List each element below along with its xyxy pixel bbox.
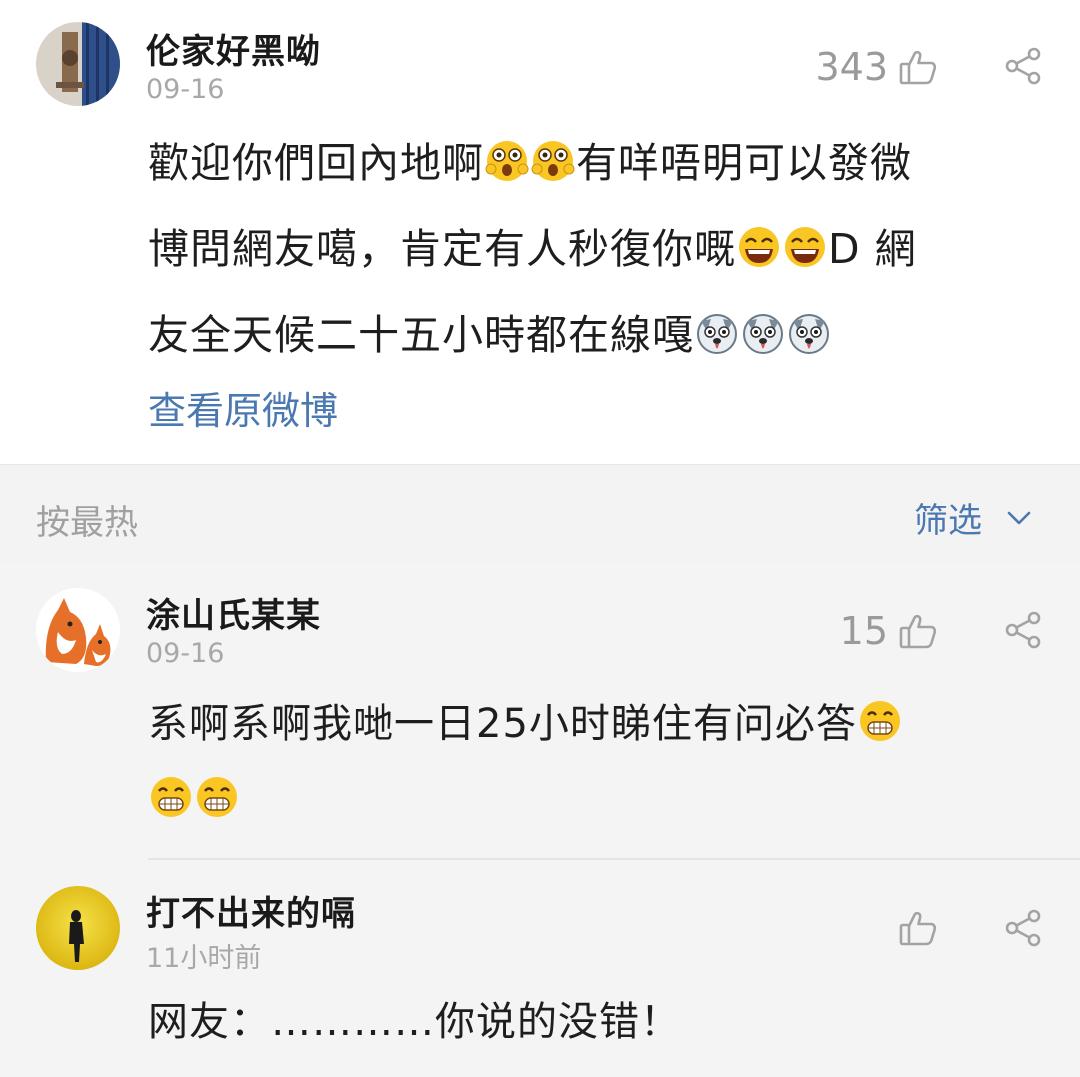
share-icon[interactable] — [1004, 46, 1044, 86]
original-post: 伦家好黑呦 09-16 343 歡迎你們回內地啊 有咩唔明可以發微 博問網友噶，肯… — [0, 0, 1080, 464]
laughing-face-icon — [739, 227, 779, 267]
grinning-face-icon — [151, 777, 191, 817]
fox-avatar-image — [36, 588, 120, 672]
thumbs-up-icon — [899, 614, 937, 649]
post-username[interactable]: 伦家好黑呦 — [146, 24, 321, 73]
avatar[interactable] — [36, 22, 120, 106]
shocked-face-icon — [485, 141, 529, 181]
comment-list: 涂山氏某某 09-16 15 系啊系啊我哋一日25小时睇住有问必答 打不出来的嗝… — [0, 564, 1080, 1077]
post-text-2a: 博問網友噶，肯定有人秒復你嘅 — [148, 225, 736, 273]
like-count: 15 — [839, 609, 888, 653]
avatar-image — [36, 886, 120, 970]
comment-date: 11小时前 — [146, 943, 262, 974]
comment-divider — [148, 858, 1080, 860]
post-text-1b: 有咩唔明可以發微 — [576, 139, 912, 187]
thumbs-up-icon — [899, 911, 937, 946]
post-text-2b: D 網 — [828, 225, 917, 273]
shocked-face-icon — [531, 141, 575, 181]
avatar[interactable] — [36, 886, 120, 970]
thumbs-up-icon — [899, 50, 937, 85]
comment-username[interactable]: 涂山氏某某 — [146, 588, 321, 637]
comment-like-button[interactable] — [888, 908, 938, 948]
share-icon[interactable] — [1004, 908, 1044, 948]
chevron-down-icon — [1007, 511, 1031, 524]
share-icon[interactable] — [1004, 610, 1044, 650]
laughing-face-icon — [785, 227, 825, 267]
post-text-1a: 歡迎你們回內地啊 — [148, 139, 484, 187]
filter-button[interactable]: 筛选 — [914, 493, 1034, 542]
sort-by-hot-label[interactable]: 按最热 — [36, 495, 138, 544]
post-date: 09-16 — [146, 74, 225, 105]
comment-text-content: 网友：…………你说的没错！ — [148, 999, 681, 1045]
view-original-link[interactable]: 查看原微博 — [148, 380, 338, 435]
husky-face-icon — [743, 314, 783, 354]
grinning-face-icon — [197, 777, 237, 817]
post-line-3: 友全天候二十五小時都在線嘎 — [148, 292, 1048, 378]
comment-username[interactable]: 打不出来的嗝 — [146, 886, 356, 935]
comment-date: 09-16 — [146, 638, 225, 669]
like-count: 343 — [815, 45, 888, 89]
post-line-1: 歡迎你們回內地啊 有咩唔明可以發微 — [148, 120, 1048, 206]
comment-text: 网友：…………你说的没错！ — [148, 984, 1048, 1060]
post-like-button[interactable]: 343 — [815, 45, 938, 89]
husky-face-icon — [789, 314, 829, 354]
post-text-3: 友全天候二十五小時都在線嘎 — [148, 311, 694, 359]
avatar-image — [36, 22, 120, 106]
comment-like-button[interactable]: 15 — [840, 609, 938, 653]
grinning-face-icon — [859, 701, 900, 741]
post-line-2: 博問網友噶，肯定有人秒復你嘅 D 網 — [148, 206, 1048, 292]
comment-sort-bar: 按最热 筛选 — [0, 464, 1080, 564]
avatar[interactable] — [36, 588, 120, 672]
comment-text-content: 系啊系啊我哋一日25小时睇住有问必答 — [148, 701, 857, 747]
filter-label: 筛选 — [914, 501, 982, 541]
husky-face-icon — [697, 314, 737, 354]
post-body: 歡迎你們回內地啊 有咩唔明可以發微 博問網友噶，肯定有人秒復你嘅 D 網 友全天候二… — [148, 120, 1048, 378]
comment-text: 系啊系啊我哋一日25小时睇住有问必答 — [148, 686, 1048, 838]
